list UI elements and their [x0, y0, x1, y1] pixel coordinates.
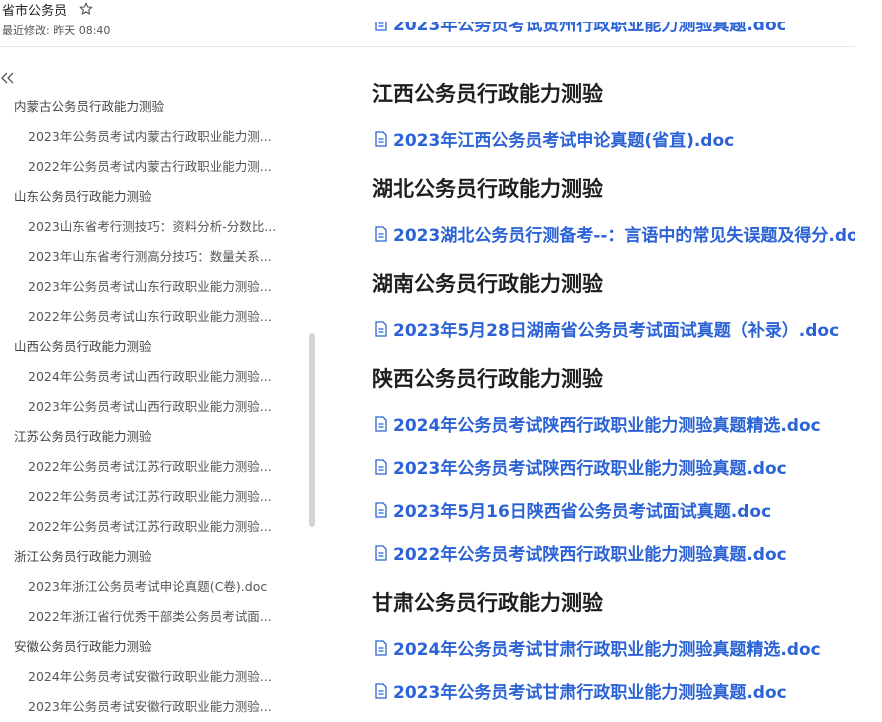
document-icon — [374, 22, 388, 31]
document-content: 2023年公务员考试贵州行政职业能力测验真题.doc 江西公务员行政能力测验 20… — [372, 0, 855, 716]
outline-heading-item[interactable]: 内蒙古公务员行政能力测验 — [0, 92, 300, 122]
outline-doc-item[interactable]: 2022年公务员考试江苏行政职业能力测验... — [0, 482, 300, 512]
last-modified: 最近修改: 昨天 08:40 — [2, 24, 111, 37]
outline-heading-item[interactable]: 江苏公务员行政能力测验 — [0, 422, 300, 452]
double-chevron-left-icon[interactable] — [0, 70, 16, 84]
doc-link[interactable]: 2023年5月16日陕西省公务员考试面试真题.doc — [374, 497, 771, 522]
document-icon — [374, 501, 388, 518]
outline-heading-item[interactable]: 安徽公务员行政能力测验 — [0, 632, 300, 662]
doc-link-text: 2023年公务员考试陕西行政职业能力测验真题.doc — [393, 459, 787, 479]
sidebar-scrollbar[interactable] — [309, 333, 315, 527]
title-row: 省市公务员 — [2, 0, 93, 19]
doc-link-text: 2023湖北公务员行测备考--：言语中的常见失误题及得分.doc — [393, 226, 855, 246]
document-icon — [374, 639, 388, 656]
section-heading: 陕西公务员行政能力测验 — [372, 367, 603, 391]
document-icon — [374, 320, 388, 337]
star-icon[interactable] — [79, 2, 93, 16]
document-icon — [374, 544, 388, 561]
outline-doc-item[interactable]: 2023年公务员考试山东行政职业能力测验... — [0, 272, 300, 302]
outline-doc-item[interactable]: 2023年公务员考试安徽行政职业能力测验... — [0, 692, 300, 722]
section-heading: 湖南公务员行政能力测验 — [372, 272, 603, 296]
doc-link[interactable]: 2023湖北公务员行测备考--：言语中的常见失误题及得分.doc — [374, 221, 855, 246]
document-icon — [374, 415, 388, 432]
doc-link[interactable]: 2022年公务员考试陕西行政职业能力测验真题.doc — [374, 540, 787, 565]
doc-link-text: 2023年公务员考试甘肃行政职业能力测验真题.doc — [393, 683, 787, 703]
document-icon — [374, 458, 388, 475]
outline-doc-item[interactable]: 2022年公务员考试山东行政职业能力测验... — [0, 302, 300, 332]
doc-link-text: 2023年5月16日陕西省公务员考试面试真题.doc — [393, 502, 772, 522]
section-heading: 甘肃公务员行政能力测验 — [372, 591, 603, 615]
doc-link[interactable]: 2023年江西公务员考试申论真题(省直).doc — [374, 126, 734, 151]
doc-link[interactable]: 2024年公务员考试陕西行政职业能力测验真题精选.doc — [374, 411, 821, 436]
doc-link-text: 2023年5月28日湖南省公务员考试面试真题（补录）.doc — [393, 321, 840, 341]
outline-doc-item[interactable]: 2022年浙江省行优秀干部类公务员考试面... — [0, 602, 300, 632]
outline-doc-item[interactable]: 2022年公务员考试江苏行政职业能力测验... — [0, 452, 300, 482]
section-heading: 湖北公务员行政能力测验 — [372, 177, 603, 201]
doc-link-text: 2023年公务员考试贵州行政职业能力测验真题.doc — [393, 22, 785, 35]
outline-doc-item[interactable]: 2023山东省考行测技巧：资料分析-分数比... — [0, 212, 300, 242]
outline-doc-item[interactable]: 2024年公务员考试安徽行政职业能力测验... — [0, 662, 300, 692]
outline-doc-item[interactable]: 2023年浙江公务员考试申论真题(C卷).doc — [0, 572, 300, 602]
section-heading: 江西公务员行政能力测验 — [372, 82, 603, 106]
doc-link[interactable]: 2023年公务员考试陕西行政职业能力测验真题.doc — [374, 454, 787, 479]
outline-doc-item[interactable]: 2023年山东省考行测高分技巧：数量关系... — [0, 242, 300, 272]
outline-heading-item[interactable]: 山东公务员行政能力测验 — [0, 182, 300, 212]
outline-doc-item[interactable]: 2022年公务员考试内蒙古行政职业能力测... — [0, 152, 300, 182]
outline-doc-item[interactable]: 2023年公务员考试内蒙古行政职业能力测... — [0, 122, 300, 152]
doc-link-text: 2023年江西公务员考试申论真题(省直).doc — [393, 131, 735, 151]
outline-doc-item[interactable]: 2023年公务员考试山西行政职业能力测验... — [0, 392, 300, 422]
document-icon — [374, 225, 388, 242]
outline-doc-item[interactable]: 2022年公务员考试江苏行政职业能力测验... — [0, 512, 300, 542]
outline-doc-item[interactable]: 2024年公务员考试山西行政职业能力测验... — [0, 362, 300, 392]
document-icon — [374, 130, 388, 147]
document-icon — [374, 682, 388, 699]
doc-link[interactable]: 2023年5月28日湖南省公务员考试面试真题（补录）.doc — [374, 316, 839, 341]
partial-doc-link[interactable]: 2023年公务员考试贵州行政职业能力测验真题.doc — [372, 22, 785, 52]
document-title: 省市公务员 — [2, 3, 68, 19]
outline-heading-item[interactable]: 浙江公务员行政能力测验 — [0, 542, 300, 572]
outline-heading-item[interactable]: 山西公务员行政能力测验 — [0, 332, 300, 362]
doc-link-text: 2024年公务员考试甘肃行政职业能力测验真题精选.doc — [393, 640, 821, 660]
doc-link-text: 2022年公务员考试陕西行政职业能力测验真题.doc — [393, 545, 787, 565]
doc-link[interactable]: 2024年公务员考试甘肃行政职业能力测验真题精选.doc — [374, 635, 821, 660]
doc-link-text: 2024年公务员考试陕西行政职业能力测验真题精选.doc — [393, 416, 821, 436]
outline-sidebar: 内蒙古公务员行政能力测验 2023年公务员考试内蒙古行政职业能力测... 2022年… — [0, 92, 300, 722]
doc-link[interactable]: 2023年公务员考试甘肃行政职业能力测验真题.doc — [374, 678, 787, 703]
